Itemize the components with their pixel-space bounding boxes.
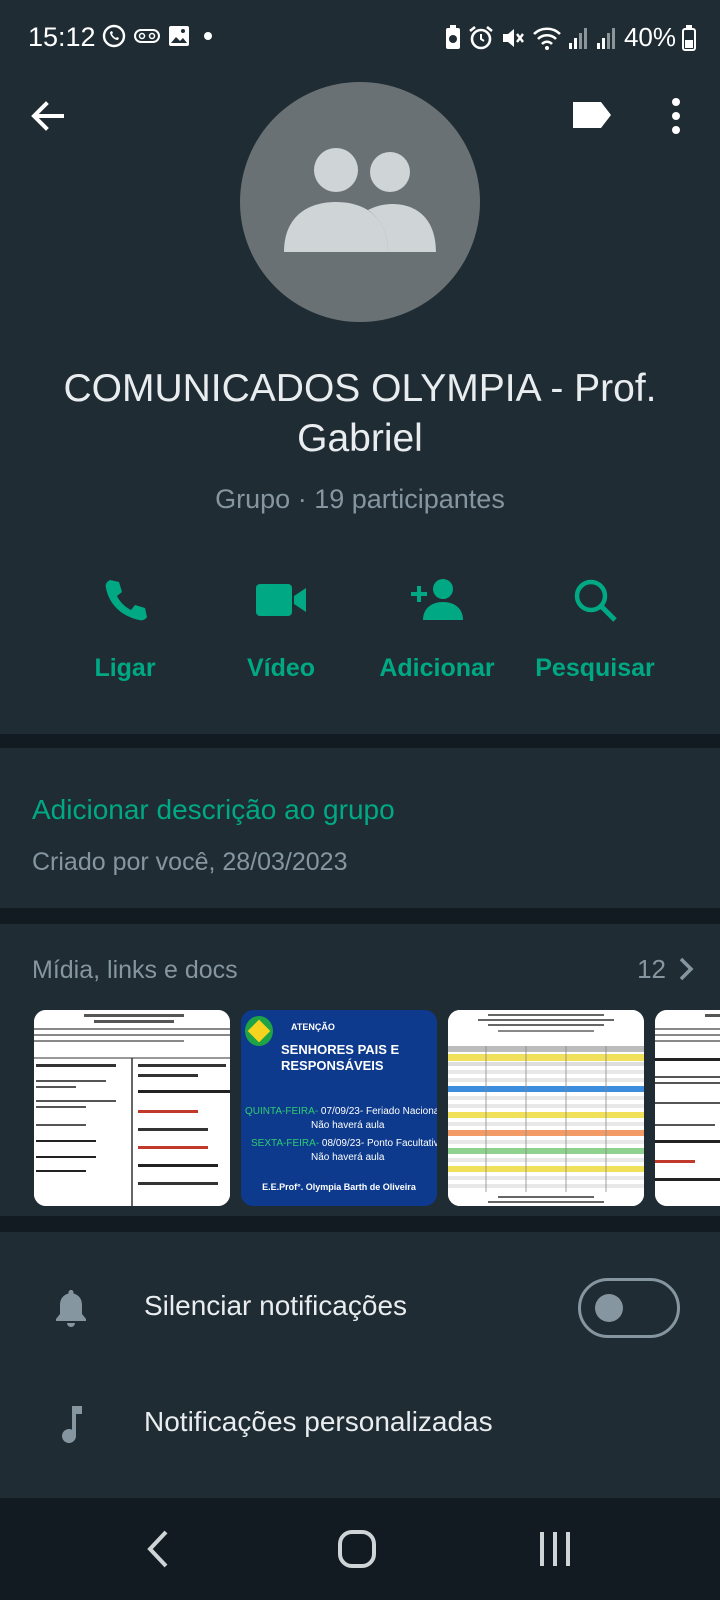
add-participant-button[interactable]: Adicionar (362, 558, 512, 698)
label-icon[interactable] (570, 98, 614, 132)
whatsapp-icon (102, 24, 126, 48)
call-label: Ligar (94, 654, 156, 682)
search-label: Pesquisar (535, 654, 655, 682)
media-title: Mídia, links e docs (32, 956, 238, 984)
notice-day-1: QUINTA-FEIRA- (245, 1106, 319, 1117)
media-count: 12 (637, 954, 666, 984)
add-person-icon (411, 579, 463, 620)
notice-line-3: SEXTA-FEIRA- 08/09/23- Ponto Facultativo (251, 1138, 437, 1149)
video-button[interactable]: Vídeo (206, 558, 356, 698)
mute-label: Silenciar notificações (144, 1290, 408, 1321)
back-arrow-icon[interactable] (28, 96, 68, 136)
nav-home-icon[interactable] (332, 1526, 382, 1572)
music-note-icon (62, 1406, 82, 1444)
video-label: Vídeo (246, 654, 316, 682)
spreadsheet-preview (448, 1010, 644, 1206)
media-thumbnail[interactable] (34, 1010, 230, 1206)
notice-line-4: Não haverá aula (311, 1152, 385, 1163)
custom-notifications-row[interactable]: Notificações personalizadas (0, 1368, 720, 1478)
nav-recents-icon[interactable] (530, 1526, 580, 1572)
document-preview (34, 1010, 230, 1206)
image-icon (169, 26, 189, 46)
battery-saver-icon (445, 24, 460, 49)
custom-notifications-label: Notificações personalizadas (144, 1406, 493, 1437)
bell-icon (56, 1290, 86, 1327)
brazil-flag-icon (245, 1016, 273, 1046)
notice-thumbnail[interactable]: ATENÇÃO SENHORES PAIS E RESPONSÁVEIS QUI… (241, 1010, 437, 1206)
notice-text-2: 08/09/23- Ponto Facultativo (319, 1138, 437, 1149)
group-header: COMUNICADOS OLYMPIA - Prof. Gabriel Grup… (0, 58, 720, 734)
chevron-right-icon[interactable] (678, 956, 694, 982)
description-section: Adicionar descrição ao grupo Criado por … (0, 748, 720, 908)
created-by-text: Criado por você, 28/03/2023 (32, 848, 348, 876)
voicemail-icon (134, 29, 160, 43)
add-label: Adicionar (379, 654, 495, 682)
mute-icon (502, 28, 524, 47)
group-subtitle: Grupo · 19 participantes (215, 484, 505, 514)
dot-icon (204, 32, 212, 40)
add-description-link[interactable]: Adicionar descrição ao grupo (32, 794, 395, 826)
status-left-icons (102, 24, 218, 48)
status-bar: 15:12 40% (0, 0, 720, 58)
notice-headline: SENHORES PAIS E RESPONSÁVEIS (281, 1042, 400, 1073)
media-thumbnail[interactable] (448, 1010, 644, 1206)
notifications-section: Silenciar notificações Notificações pers… (0, 1232, 720, 1498)
battery-percent: 40% (623, 22, 676, 52)
media-thumbnail[interactable] (655, 1010, 720, 1206)
notice-footer: E.E.Prof°. Olympia Barth de Oliveira (262, 1182, 416, 1192)
mute-notifications-row[interactable]: Silenciar notificações (0, 1252, 720, 1362)
mute-toggle[interactable] (578, 1278, 680, 1338)
wifi-icon (533, 26, 561, 50)
document-preview (655, 1010, 720, 1206)
group-icon (284, 148, 436, 252)
action-bar: Ligar Vídeo Adicionar Pesquisar (0, 558, 720, 698)
search-icon (574, 579, 617, 622)
notice-line-2: Não haverá aula (311, 1120, 385, 1131)
video-icon (256, 584, 306, 616)
notice-attention: ATENÇÃO (291, 1022, 335, 1032)
status-right-icons: 40% (444, 22, 696, 53)
signal-icon (596, 27, 615, 49)
group-name: COMUNICADOS OLYMPIA - Prof. Gabriel (63, 367, 657, 460)
alarm-icon (469, 25, 493, 49)
group-avatar[interactable] (240, 82, 480, 322)
notice-line-1: QUINTA-FEIRA- 07/09/23- Feriado Nacional (245, 1106, 437, 1117)
toggle-knob (595, 1294, 623, 1322)
status-time: 15:12 (28, 22, 96, 52)
signal-icon (568, 27, 587, 49)
phone-icon (105, 580, 147, 621)
nav-back-icon[interactable] (134, 1526, 184, 1572)
call-button[interactable]: Ligar (50, 558, 200, 698)
more-options-icon[interactable] (664, 96, 688, 136)
notice-text-1: 07/09/23- Feriado Nacional (318, 1106, 437, 1117)
notice-day-2: SEXTA-FEIRA- (251, 1138, 320, 1149)
media-section[interactable]: Mídia, links e docs 12 ATENÇÃO SENHORES … (0, 924, 720, 1216)
system-nav-bar (0, 1498, 720, 1600)
battery-icon (682, 24, 696, 51)
search-button[interactable]: Pesquisar (520, 558, 670, 698)
